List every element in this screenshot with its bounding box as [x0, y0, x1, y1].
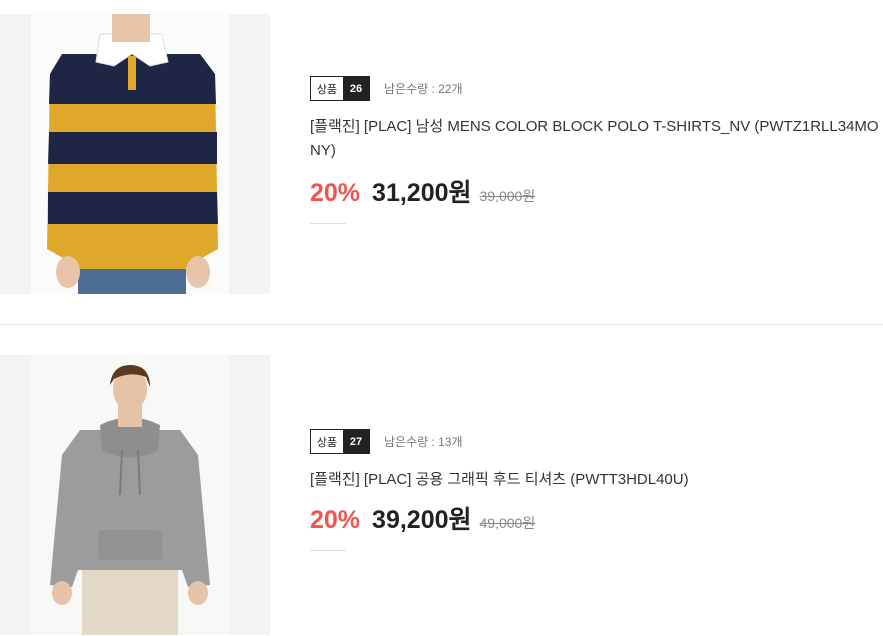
divider [0, 324, 883, 325]
price-underline [310, 550, 346, 551]
badge-number: 26 [343, 77, 369, 100]
badge-label: 상품 [311, 77, 343, 100]
stock-remaining: 남은수량 : 22개 [384, 82, 463, 96]
product-number-badge: 상품 26 [310, 76, 370, 101]
tag-row: 상품 26 남은수량 : 22개 [310, 76, 880, 101]
badge-label: 상품 [311, 430, 343, 453]
sale-price: 39,200원 [372, 506, 472, 534]
original-price: 49,000원 [479, 515, 536, 531]
price-row: 20% 39,200원 49,000원 [310, 500, 880, 536]
product-info: 상품 27 남은수량 : 13개 [플랙진] [PLAC] 공용 그래픽 후드 … [310, 355, 880, 551]
discount-rate: 20% [310, 506, 361, 534]
discount-rate: 20% [310, 179, 361, 207]
product-title[interactable]: [플랙진] [PLAC] 공용 그래픽 후드 티셔츠 (PWTT3HDL40U) [310, 468, 880, 492]
original-price: 39,000원 [479, 188, 536, 204]
tag-row: 상품 27 남은수량 : 13개 [310, 429, 880, 454]
price-underline [310, 223, 346, 224]
badge-number: 27 [343, 430, 369, 453]
price-row: 20% 31,200원 39,000원 [310, 173, 880, 209]
sale-price: 31,200원 [372, 179, 472, 207]
product-image[interactable] [0, 14, 270, 294]
product-title[interactable]: [플랙진] [PLAC] 남성 MENS COLOR BLOCK POLO T-… [310, 115, 880, 163]
stock-remaining: 남은수량 : 13개 [384, 435, 463, 449]
product-image[interactable] [0, 355, 270, 635]
product-info: 상품 26 남은수량 : 22개 [플랙진] [PLAC] 남성 MENS CO… [310, 14, 880, 224]
product-number-badge: 상품 27 [310, 429, 370, 454]
